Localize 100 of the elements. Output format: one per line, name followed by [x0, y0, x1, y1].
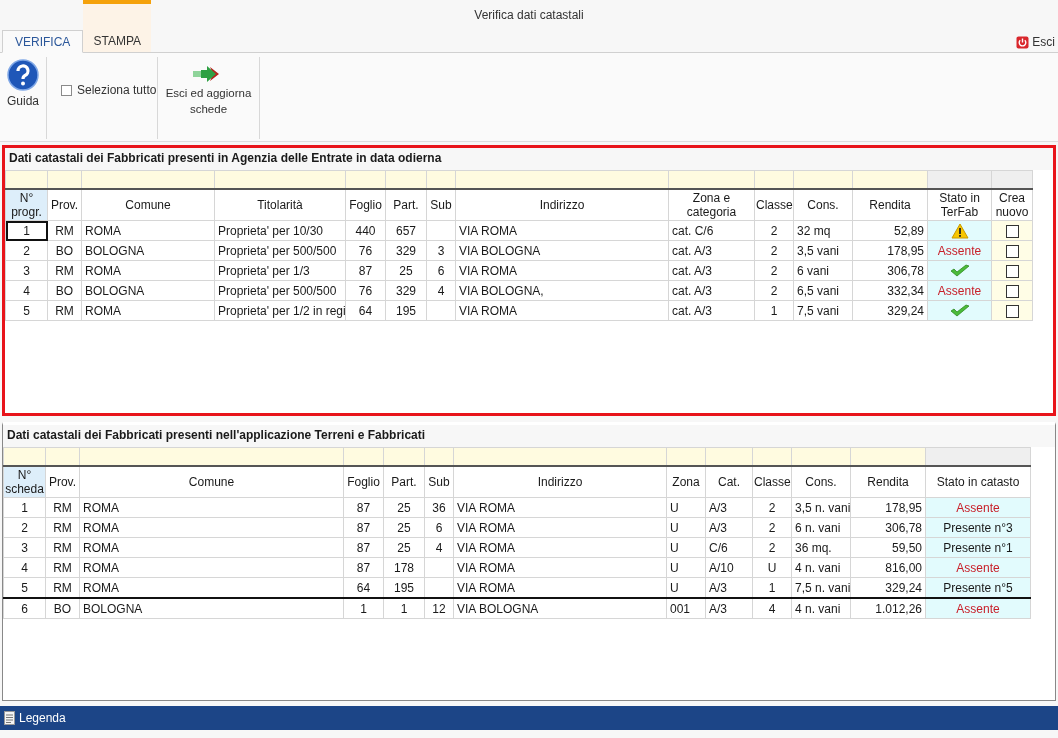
table-cell: 76: [345, 280, 386, 301]
table-cell: [424, 557, 454, 578]
table-cell: 59,50: [850, 537, 926, 558]
table-cell: A/10: [705, 557, 753, 578]
table-cell: ROMA: [81, 300, 215, 321]
table-cell: 25: [383, 497, 425, 518]
table-cell: BO: [47, 240, 82, 261]
table-cell: VIA BOLOGNA: [455, 240, 669, 261]
help-button[interactable]: Guida: [3, 57, 43, 111]
table-cell: ROMA: [79, 557, 344, 578]
table-cell: 1: [343, 598, 384, 619]
column-header[interactable]: Cons.: [791, 466, 851, 498]
table-cell: 4 n. vani: [791, 598, 851, 619]
table-cell: 76: [345, 240, 386, 261]
table-cell: 87: [343, 557, 384, 578]
table-cell: 3,5 n. vani: [791, 497, 851, 518]
table-cell: 178,95: [850, 497, 926, 518]
checkbox[interactable]: [1005, 264, 1019, 278]
table-cell: 1: [754, 300, 794, 321]
table-cell: RM: [47, 300, 82, 321]
column-header[interactable]: Comune: [81, 189, 215, 221]
table-cell: VIA ROMA: [455, 220, 669, 241]
table-cell: 1.012,26: [850, 598, 926, 619]
table-cell: U: [752, 557, 792, 578]
table-cell: 6: [3, 598, 46, 619]
table-cell: VIA ROMA: [453, 517, 667, 538]
tab[interactable]: VERIFICA: [2, 30, 84, 53]
exit-button[interactable]: Esci: [1016, 35, 1055, 49]
table-cell: cat. A/3: [668, 240, 755, 261]
column-header[interactable]: Indirizzo: [455, 189, 669, 221]
table-cell: Proprieta' per 10/30: [214, 220, 346, 241]
table-cell: C/6: [705, 537, 753, 558]
table-cell: 12: [424, 598, 454, 619]
table-cell: 3: [426, 240, 456, 261]
table-cell: 64: [345, 300, 386, 321]
column-header[interactable]: Rendita: [852, 189, 928, 221]
table-cell: BO: [47, 280, 82, 301]
column-header[interactable]: Cons.: [793, 189, 853, 221]
table-cell: RM: [45, 557, 80, 578]
checkbox[interactable]: [1005, 224, 1019, 238]
table-cell: U: [666, 557, 706, 578]
column-header[interactable]: Zona e categoria: [668, 189, 755, 221]
table-cell: A/3: [705, 497, 753, 518]
table-cell: 2: [754, 240, 794, 261]
table-cell: ROMA: [81, 260, 215, 281]
table-cell: 5: [3, 577, 46, 598]
table-cell: cat. A/3: [668, 300, 755, 321]
table-cell: VIA ROMA: [455, 260, 669, 281]
status-text: Presente n°1: [943, 540, 1013, 555]
column-header[interactable]: Titolarità: [214, 189, 346, 221]
help-icon: [7, 59, 39, 91]
status-text: Assente: [956, 601, 1000, 616]
checkbox[interactable]: [1005, 244, 1019, 258]
column-header[interactable]: Comune: [79, 466, 344, 498]
table-cell: BO: [45, 598, 80, 619]
column-header[interactable]: Stato in TerFab: [927, 189, 992, 221]
table-cell: 306,78: [850, 517, 926, 538]
table-cell: 25: [385, 260, 427, 281]
table-cell: U: [666, 537, 706, 558]
table-cell: 6: [426, 260, 456, 281]
table-cell: ROMA: [81, 220, 215, 241]
status-text: Presente n°5: [943, 580, 1013, 595]
table-cell: 6: [424, 517, 454, 538]
table-cell: 2: [754, 220, 794, 241]
column-header[interactable]: N° progr.: [5, 189, 48, 221]
table-cell: 7,5 vani: [793, 300, 853, 321]
legend-link[interactable]: Legenda: [19, 711, 66, 725]
table-cell: 25: [383, 517, 425, 538]
table-cell: VIA ROMA: [453, 497, 667, 518]
table-cell: 001: [666, 598, 706, 619]
column-header[interactable]: N° scheda: [3, 466, 46, 498]
table-cell: RM: [45, 537, 80, 558]
tab[interactable]: STAMPA: [83, 0, 152, 52]
checkbox[interactable]: [1005, 304, 1019, 318]
table-cell: 1: [383, 598, 425, 619]
column-header[interactable]: Stato in catasto: [925, 466, 1031, 498]
table-cell: 2: [754, 260, 794, 281]
table-cell: 87: [345, 260, 386, 281]
table-cell: cat. C/6: [668, 220, 755, 241]
table-cell: 5: [5, 300, 48, 321]
table-cell: 6 vani: [793, 260, 853, 281]
table-cell: ROMA: [79, 497, 344, 518]
table-cell: 4 n. vani: [791, 557, 851, 578]
table-cell: 2: [752, 517, 792, 538]
column-header[interactable]: Indirizzo: [453, 466, 667, 498]
table-cell: 178,95: [852, 240, 928, 261]
table-cell: 2: [752, 497, 792, 518]
table-cell: RM: [47, 260, 82, 281]
power-icon: [1016, 35, 1030, 49]
checkbox[interactable]: [1005, 284, 1019, 298]
status-text: Assente: [937, 283, 982, 298]
table-cell: 440: [345, 220, 386, 241]
table-cell: 4: [5, 280, 48, 301]
table-cell: RM: [47, 220, 82, 241]
section-title: Dati catastali dei Fabbricati presenti nell'applicazione Terreni e Fabbricati: [3, 425, 1055, 447]
table-cell: 4: [3, 557, 46, 578]
status-text: Assente: [937, 243, 982, 258]
column-header[interactable]: Rendita: [850, 466, 926, 498]
table-cell: 332,34: [852, 280, 928, 301]
table-cell: U: [666, 497, 706, 518]
